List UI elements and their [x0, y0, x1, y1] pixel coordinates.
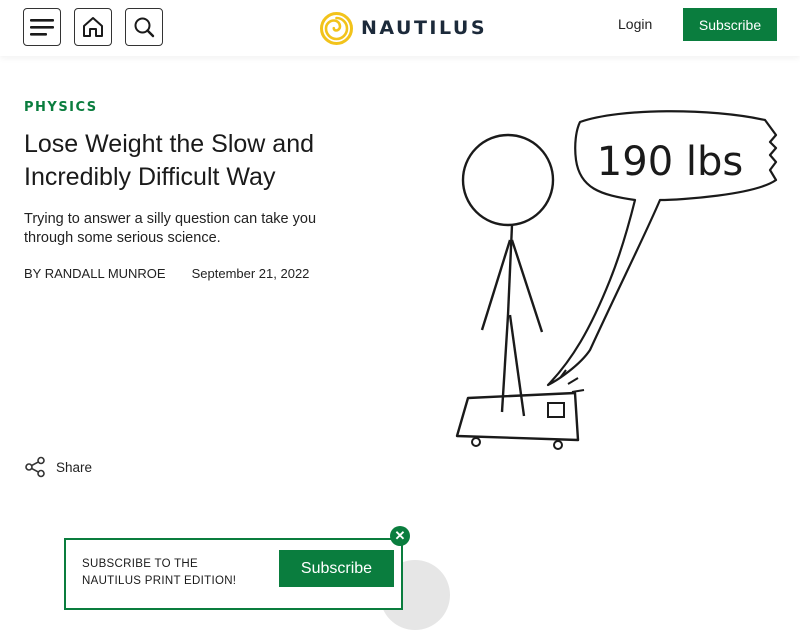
menu-icon — [30, 19, 54, 36]
menu-button[interactable] — [23, 8, 61, 46]
byline: BY RANDALL MUNROE September 21, 2022 — [24, 266, 309, 281]
site-logo[interactable]: NAUTILUS — [320, 11, 488, 45]
print-edition-promo: SUBSCRIBE TO THE NAUTILUS PRINT EDITION!… — [64, 538, 403, 610]
article-title: Lose Weight the Slow and Incredibly Diff… — [24, 130, 315, 191]
search-button[interactable] — [125, 8, 163, 46]
brand-name: NAUTILUS — [361, 17, 488, 39]
home-icon — [83, 17, 103, 37]
promo-text: SUBSCRIBE TO THE NAUTILUS PRINT EDITION! — [82, 558, 237, 587]
share-label: Share — [56, 459, 93, 475]
search-icon — [134, 17, 155, 38]
author-name[interactable]: BY RANDALL MUNROE — [24, 266, 166, 281]
site-header: NAUTILUS Login Subscribe — [0, 0, 800, 56]
close-icon[interactable]: ✕ — [390, 526, 410, 546]
share-icon — [25, 456, 45, 478]
promo-subscribe-button[interactable]: Subscribe — [279, 550, 394, 587]
subscribe-button[interactable]: Subscribe — [683, 8, 777, 41]
article-subtitle: Trying to answer a silly question can ta… — [24, 211, 317, 246]
share-button[interactable]: Share — [24, 456, 92, 478]
publish-date: September 21, 2022 — [191, 266, 310, 281]
nautilus-logo-icon — [320, 11, 353, 45]
home-button[interactable] — [74, 8, 112, 46]
article-illustration: 190 lbs — [455, 110, 778, 450]
article-category[interactable]: PHYSICS — [24, 100, 98, 115]
login-link[interactable]: Login — [618, 16, 652, 32]
weight-label: 190 lbs — [597, 139, 743, 185]
